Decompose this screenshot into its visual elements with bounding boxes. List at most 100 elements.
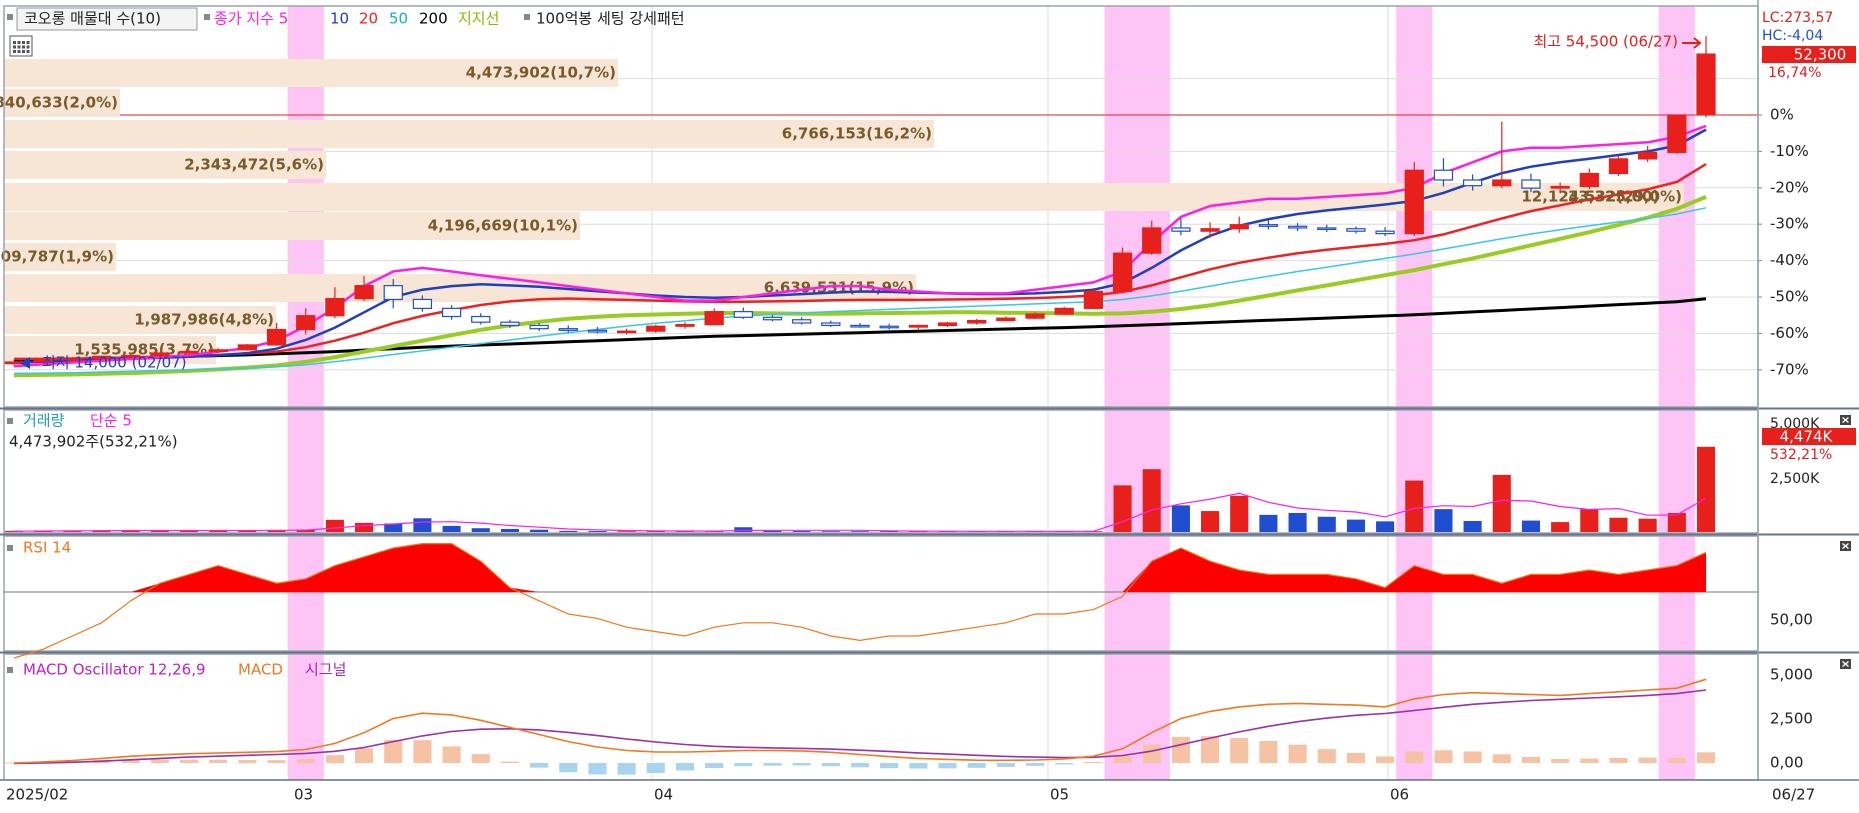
macd-oscillator-bar (1230, 738, 1249, 763)
volume-bar (500, 528, 519, 532)
highlight-band (1396, 6, 1433, 780)
candle (1112, 247, 1133, 293)
macd-tick-label: 0,00 (1770, 754, 1803, 772)
macd-oscillator-bar (530, 763, 549, 768)
support-label: 지지선 (458, 10, 499, 28)
macd-oscillator-bar (909, 763, 928, 769)
volume-current-label: 4,474K (1780, 428, 1834, 446)
highlight-band (1105, 6, 1170, 780)
volume-profile-label: 4,473,902(10,7%) (466, 64, 616, 82)
low-price-annotation: 최저 14,000 (02/07) (42, 354, 187, 372)
macd-oscillator-bar (1055, 763, 1074, 765)
candle-body (1550, 185, 1570, 189)
macd-oscillator-bar (179, 759, 199, 763)
macd-oscillator-bar (792, 763, 811, 766)
price-tick-label: -40% (1770, 251, 1809, 269)
macd-oscillator-bar (1434, 750, 1453, 763)
volume-profile-label: 840,633(2,0%) (0, 94, 118, 112)
candle-body (646, 325, 666, 332)
macd-oscillator-bar (296, 759, 315, 763)
volume-bar (1317, 516, 1336, 532)
candle-body (587, 329, 608, 333)
candle-body (908, 324, 928, 328)
macd-oscillator-bar (1113, 756, 1132, 763)
candle (1667, 114, 1687, 154)
macd-oscillator-bar (675, 763, 695, 771)
macd-oscillator-bar (1317, 749, 1336, 763)
price-tick-label: -70% (1770, 360, 1809, 378)
macd-oscillator-bar (763, 763, 782, 766)
rsi-title: RSI 14 (23, 539, 71, 557)
price-tick-label: -50% (1770, 288, 1809, 306)
high-price-annotation: 최고 54,500 (06/27) (1533, 33, 1678, 51)
volume-profile-extra-label: 33,325,00) (1568, 188, 1659, 206)
candle-body (792, 319, 812, 324)
volume-ma-label: 단순 5 (90, 412, 132, 430)
volume-bar (1463, 520, 1482, 532)
x-tick-label: 03 (294, 786, 313, 804)
volume-bar (559, 530, 578, 532)
x-axis-background (0, 780, 1859, 810)
signal-label: 시그널 (305, 661, 346, 679)
candle-body (1229, 224, 1249, 230)
x-tick-label: 2025/02 (6, 786, 68, 804)
volume-bar (1142, 469, 1161, 532)
calendar-icon[interactable] (9, 35, 33, 57)
macd-oscillator-bar (1463, 751, 1482, 763)
volume-bar (1230, 495, 1249, 532)
volume-bar (734, 527, 753, 532)
candle-body (325, 298, 345, 317)
macd-oscillator-bar (1025, 763, 1045, 766)
macd-oscillator-bar (150, 759, 169, 763)
indicator-title[interactable]: 코오롱 매물대 수(10) (24, 10, 161, 28)
volume-bar (1696, 446, 1716, 532)
ma10-label: 10 (330, 10, 349, 28)
candle-body (558, 328, 578, 331)
candle-body (354, 285, 374, 300)
x-tick-label: 06 (1390, 786, 1409, 804)
candle-body (1287, 225, 1308, 229)
candle-body (1171, 227, 1191, 232)
volume-bar (1288, 512, 1307, 532)
macd-oscillator-bar (880, 763, 899, 769)
volume-tick-label: 2,500K (1770, 471, 1820, 487)
candle-body (1025, 313, 1045, 319)
volume-profile-label: 1,987,986(4,8%) (134, 311, 274, 329)
legend-marker (7, 418, 13, 424)
candle-body (762, 316, 783, 321)
panel-close-button[interactable] (1840, 415, 1851, 425)
volume-bar (1113, 485, 1132, 532)
calendar-cell (22, 45, 25, 49)
panel-close-button[interactable] (1840, 541, 1851, 551)
volume-bar (530, 529, 549, 532)
calendar-cell (13, 50, 16, 53)
macd-oscillator-bar (1346, 752, 1365, 763)
candle-body (967, 319, 987, 324)
macd-oscillator-bar (1551, 759, 1570, 763)
panel-close-button[interactable] (1840, 659, 1851, 669)
candle-body (1083, 290, 1104, 309)
candle-body (529, 324, 549, 330)
macd-oscillator-bar (500, 761, 519, 763)
price-tick-label: -10% (1770, 142, 1809, 160)
x-tick-label: 04 (654, 786, 673, 804)
macd-oscillator-bar (617, 763, 636, 775)
volume-value: 4,473,902주(532,21%) (9, 433, 178, 451)
legend-marker (204, 14, 210, 20)
volume-profile-label: 809,787(1,9%) (0, 248, 114, 266)
candle-body (1200, 228, 1220, 232)
volume-bar (1201, 511, 1220, 532)
candle-body (850, 324, 870, 328)
macd-oscillator-bar (1580, 758, 1599, 763)
price-tick-label: -30% (1770, 215, 1809, 233)
volume-profile-label: 2,343,472(5,6%) (184, 156, 324, 174)
x-axis: 2025/02 03 04 05 06 06/27 (0, 779, 1859, 810)
candle (646, 324, 666, 333)
volume-bar (763, 530, 782, 532)
volume-bar (1667, 512, 1686, 532)
macd-oscillator-bar (1259, 740, 1278, 763)
candle (1404, 162, 1424, 237)
calendar-cell (17, 41, 21, 44)
candle-body (1258, 224, 1279, 227)
hc-label: HC:-4,04 (1762, 28, 1823, 44)
